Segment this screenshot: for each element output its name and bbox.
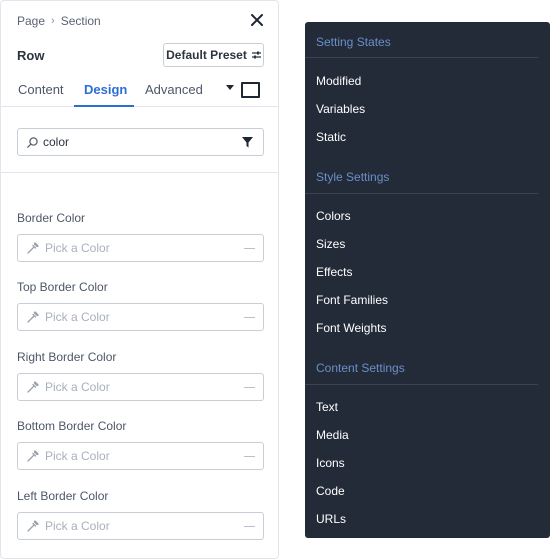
color-placeholder: Pick a Color — [45, 449, 110, 463]
menu-item-icons[interactable]: Icons — [316, 456, 345, 470]
preset-sliders-icon — [251, 51, 261, 59]
caret-down-icon[interactable] — [225, 85, 235, 91]
menu-item-effects[interactable]: Effects — [316, 265, 352, 279]
menu-item-media[interactable]: Media — [316, 428, 349, 442]
tab-content[interactable]: Content — [18, 82, 64, 97]
field-label-border-color: Border Color — [17, 211, 86, 225]
menu-item-static[interactable]: Static — [316, 130, 346, 144]
settings-panel: Page › Section Row Default Preset Conten… — [0, 0, 279, 559]
breadcrumb: Page › Section — [17, 14, 101, 28]
active-tab-indicator — [74, 105, 134, 107]
menu-divider — [305, 193, 538, 194]
clear-dash-icon[interactable] — [244, 387, 255, 388]
menu-divider — [305, 384, 538, 385]
clear-dash-icon[interactable] — [244, 248, 255, 249]
menu-item-urls[interactable]: URLs — [316, 512, 346, 526]
field-label-right-border-color: Right Border Color — [17, 350, 117, 364]
field-label-left-border-color: Left Border Color — [17, 489, 109, 503]
menu-item-colors[interactable]: Colors — [316, 209, 351, 223]
eyedropper-icon — [27, 242, 39, 254]
color-picker-right-border-color[interactable]: Pick a Color — [17, 373, 264, 401]
color-placeholder: Pick a Color — [45, 241, 110, 255]
filter-icon[interactable] — [242, 137, 253, 148]
breadcrumb-page-link[interactable]: Page — [17, 14, 45, 28]
menu-divider — [305, 57, 538, 58]
menu-heading-style-settings: Style Settings — [316, 170, 390, 184]
field-label-bottom-border-color: Bottom Border Color — [17, 419, 127, 433]
menu-item-modified[interactable]: Modified — [316, 74, 361, 88]
close-icon[interactable] — [250, 13, 264, 27]
tab-advanced[interactable]: Advanced — [145, 82, 203, 97]
view-toggle-icon[interactable] — [241, 82, 260, 98]
clear-dash-icon[interactable] — [244, 456, 255, 457]
breadcrumb-separator-icon: › — [51, 15, 55, 27]
color-picker-left-border-color[interactable]: Pick a Color — [17, 512, 264, 540]
menu-heading-setting-states: Setting States — [316, 35, 391, 49]
panel-divider — [1, 172, 278, 173]
menu-item-variables[interactable]: Variables — [316, 102, 365, 116]
menu-item-font-weights[interactable]: Font Weights — [316, 321, 386, 335]
settings-search — [17, 128, 264, 156]
menu-item-sizes[interactable]: Sizes — [316, 237, 345, 251]
color-placeholder: Pick a Color — [45, 310, 110, 324]
color-picker-border-color[interactable]: Pick a Color — [17, 234, 264, 262]
clear-dash-icon[interactable] — [244, 317, 255, 318]
eyedropper-icon — [27, 520, 39, 532]
menu-item-font-families[interactable]: Font Families — [316, 293, 388, 307]
color-placeholder: Pick a Color — [45, 519, 110, 533]
tab-design[interactable]: Design — [84, 82, 127, 97]
tab-bar: Content Design Advanced — [1, 73, 278, 107]
eyedropper-icon — [27, 311, 39, 323]
module-title: Row — [17, 48, 45, 63]
preset-button[interactable]: Default Preset — [163, 43, 264, 67]
menu-item-text[interactable]: Text — [316, 400, 338, 414]
color-picker-bottom-border-color[interactable]: Pick a Color — [17, 442, 264, 470]
preset-label: Default Preset — [166, 48, 247, 62]
color-picker-top-border-color[interactable]: Pick a Color — [17, 303, 264, 331]
eyedropper-icon — [27, 381, 39, 393]
field-label-top-border-color: Top Border Color — [17, 280, 108, 294]
menu-item-code[interactable]: Code — [316, 484, 345, 498]
eyedropper-icon — [27, 450, 39, 462]
search-icon — [27, 136, 38, 148]
clear-dash-icon[interactable] — [244, 526, 255, 527]
search-input[interactable] — [43, 135, 223, 149]
filter-dropdown-menu: Setting States Modified Variables Static… — [305, 22, 550, 538]
color-placeholder: Pick a Color — [45, 380, 110, 394]
menu-heading-content-settings: Content Settings — [316, 361, 405, 375]
breadcrumb-section: Section — [60, 14, 101, 28]
